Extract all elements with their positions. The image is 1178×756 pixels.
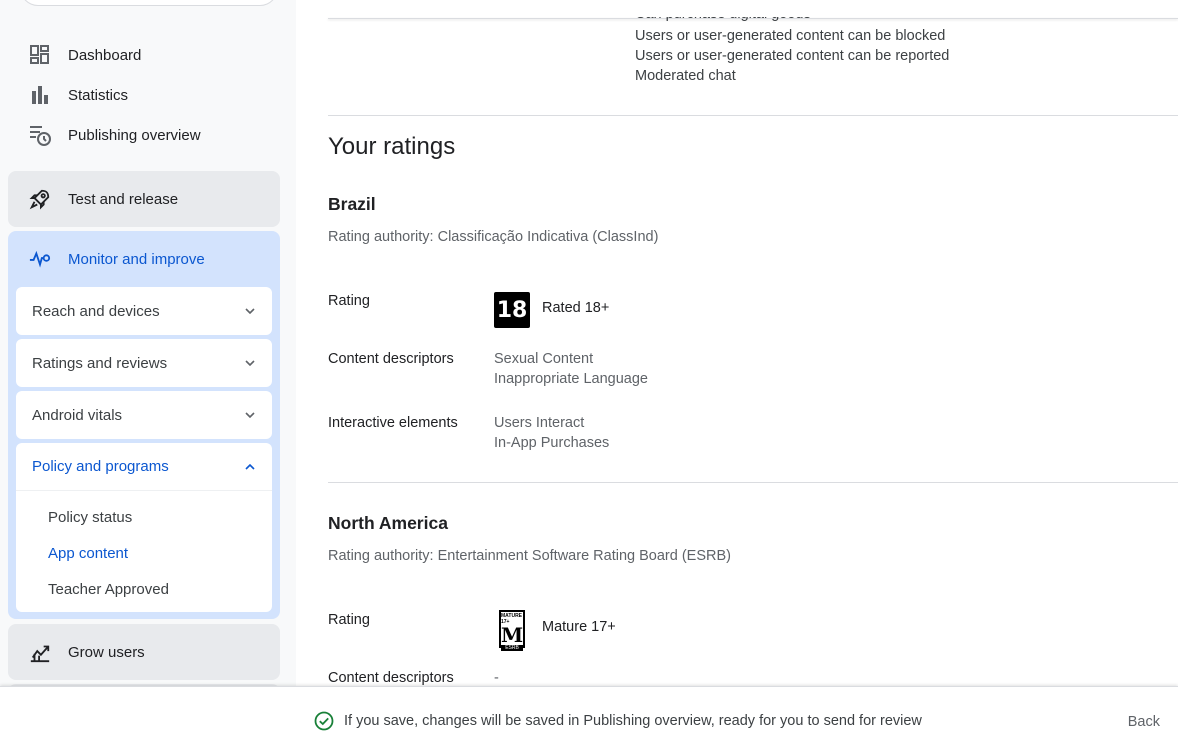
rating-label: Rating bbox=[328, 612, 370, 628]
pulse-icon bbox=[28, 247, 52, 271]
card-label: Ratings and reviews bbox=[32, 354, 168, 372]
descriptor-value: Inappropriate Language bbox=[494, 371, 648, 387]
sidebar-item-label: Dashboard bbox=[68, 46, 142, 64]
feature-item: Can purchase digital goods bbox=[635, 6, 811, 22]
classind-18-badge: 18 bbox=[494, 292, 530, 328]
sidebar-item-statistics[interactable]: Statistics bbox=[8, 75, 128, 115]
feature-item: Users or user-generated content can be b… bbox=[635, 28, 946, 44]
app-root: Dashboard Statistics Publishing overview… bbox=[0, 0, 1178, 756]
dashboard-icon bbox=[28, 43, 52, 67]
sidebar-item-label: Publishing overview bbox=[68, 126, 201, 144]
esrb-badge-bottom: ESRB bbox=[501, 645, 523, 651]
chevron-up-icon bbox=[244, 461, 256, 473]
back-button[interactable]: Back bbox=[1128, 714, 1160, 730]
section-test-and-release[interactable]: Test and release bbox=[8, 171, 280, 227]
esrb-badge-letter: M bbox=[500, 623, 524, 647]
section-grow-users[interactable]: Grow users bbox=[8, 624, 280, 680]
card-head-policy[interactable]: Policy and programs bbox=[16, 443, 272, 491]
divider bbox=[328, 115, 1178, 116]
footer-message-text: If you save, changes will be saved in Pu… bbox=[344, 713, 922, 729]
section-label: Grow users bbox=[68, 643, 145, 661]
main-content: Can purchase digital goods Users or user… bbox=[296, 0, 1178, 686]
rocket-icon bbox=[28, 187, 52, 211]
rating-label: Rating bbox=[328, 293, 370, 309]
rating-authority: Rating authority: Entertainment Software… bbox=[328, 548, 731, 564]
descriptor-value: - bbox=[494, 670, 499, 686]
region-title: North America bbox=[328, 513, 448, 533]
schedule-list-icon bbox=[28, 123, 52, 147]
card-label: Policy and programs bbox=[32, 458, 169, 475]
section-label: Test and release bbox=[68, 190, 179, 208]
rating-value: Mature 17+ bbox=[542, 619, 616, 635]
check-circle-icon bbox=[314, 711, 334, 731]
subitem-policy-status[interactable]: Policy status bbox=[16, 499, 272, 535]
footer-message: If you save, changes will be saved in Pu… bbox=[314, 711, 922, 731]
esrb-mature-badge: MATURE 17+ M ESRB bbox=[499, 610, 525, 651]
divider bbox=[328, 482, 1178, 483]
feature-item: Users or user-generated content can be r… bbox=[635, 48, 950, 64]
sidebar-item-dashboard[interactable]: Dashboard bbox=[8, 35, 141, 75]
sidebar: Dashboard Statistics Publishing overview… bbox=[0, 0, 296, 686]
growth-chart-icon bbox=[28, 640, 52, 664]
bar-chart-icon bbox=[28, 83, 52, 107]
interactive-elements-label: Interactive elements bbox=[328, 415, 458, 431]
subitem-app-content[interactable]: App content bbox=[16, 535, 272, 571]
descriptor-value: Sexual Content bbox=[494, 351, 594, 367]
card-android-vitals[interactable]: Android vitals bbox=[16, 391, 272, 439]
chevron-down-icon bbox=[244, 305, 256, 317]
interactive-value: Users Interact bbox=[494, 415, 585, 431]
chevron-down-icon bbox=[244, 357, 256, 369]
rating-value: Rated 18+ bbox=[542, 300, 610, 316]
subitem-teacher-approved[interactable]: Teacher Approved bbox=[16, 571, 272, 607]
interactive-value: In-App Purchases bbox=[494, 435, 610, 451]
card-label: Android vitals bbox=[32, 406, 123, 424]
card-label: Reach and devices bbox=[32, 302, 160, 320]
rating-authority: Rating authority: Classificação Indicati… bbox=[328, 229, 659, 245]
feature-item: Moderated chat bbox=[635, 68, 736, 84]
search-box[interactable] bbox=[20, 0, 278, 6]
save-footer-bar: If you save, changes will be saved in Pu… bbox=[0, 686, 1178, 756]
region-title: Brazil bbox=[328, 194, 376, 214]
card-reach-and-devices[interactable]: Reach and devices bbox=[16, 287, 272, 335]
sidebar-item-publishing-overview[interactable]: Publishing overview bbox=[8, 115, 201, 155]
content-descriptors-label: Content descriptors bbox=[328, 351, 454, 367]
section-label: Monitor and improve bbox=[68, 250, 205, 268]
page-section-title: Your ratings bbox=[328, 133, 456, 160]
chevron-down-icon bbox=[244, 409, 256, 421]
card-ratings-and-reviews[interactable]: Ratings and reviews bbox=[16, 339, 272, 387]
section-monitor-and-improve: Monitor and improve Reach and devices Ra… bbox=[8, 231, 280, 619]
card-policy-and-programs: Policy and programs Policy status App co… bbox=[16, 443, 272, 612]
content-descriptors-label: Content descriptors bbox=[328, 670, 454, 686]
sidebar-item-label: Statistics bbox=[68, 86, 129, 104]
section-head-monitor[interactable]: Monitor and improve bbox=[8, 231, 280, 287]
